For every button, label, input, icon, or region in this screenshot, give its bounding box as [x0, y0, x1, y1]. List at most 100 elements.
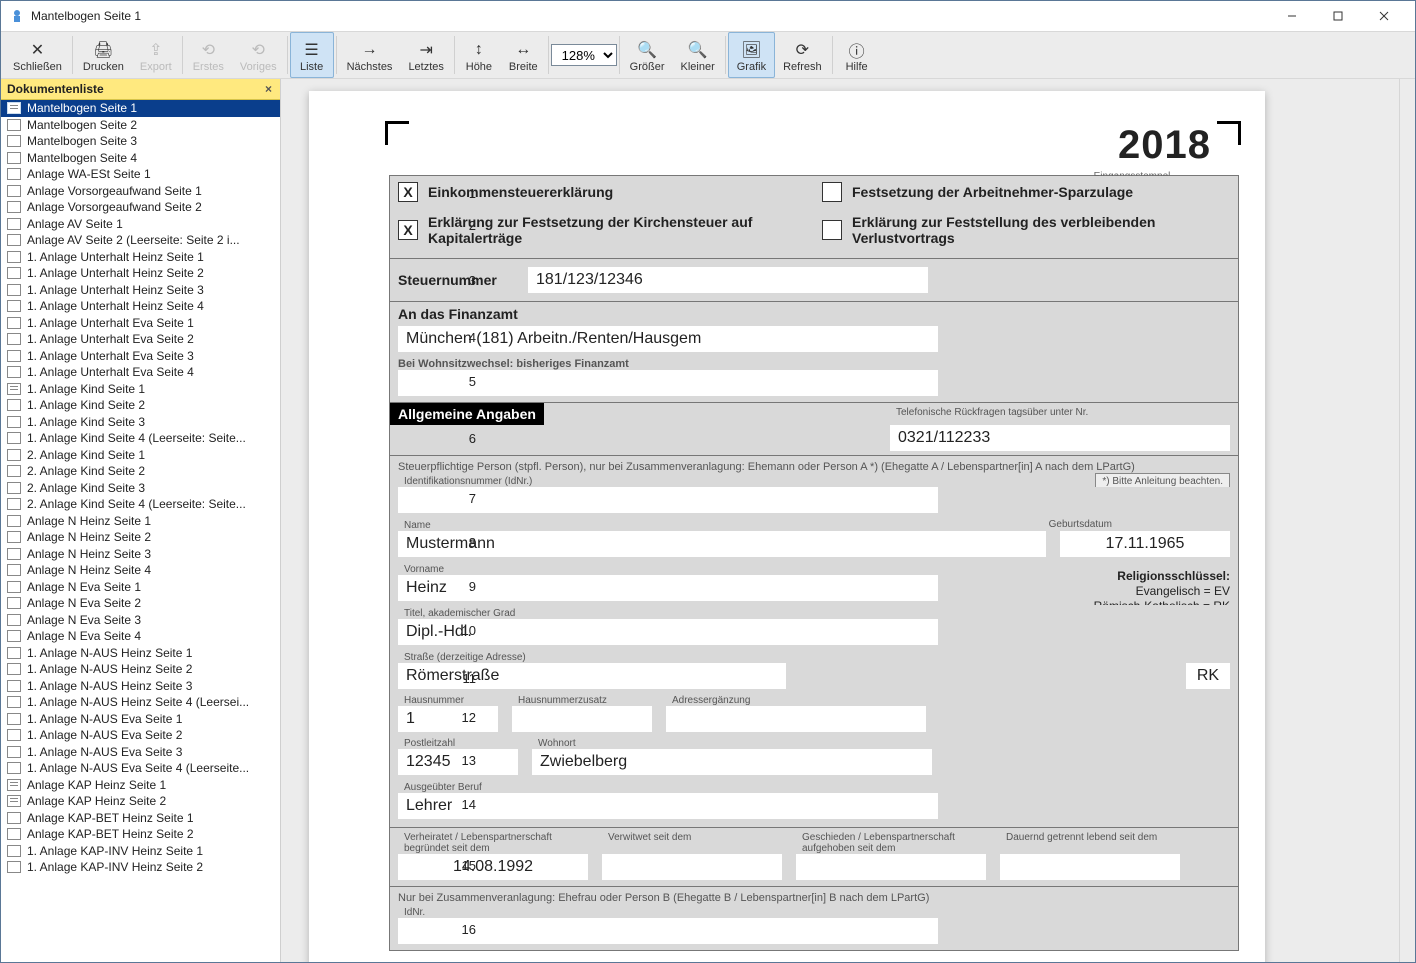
- canvas[interactable]: 2018 Eingangsstempel 1 X Einkommensteuer…: [281, 79, 1399, 962]
- document-list-item[interactable]: Anlage N Eva Seite 4: [1, 628, 280, 645]
- document-list-item[interactable]: 1. Anlage KAP-INV Heinz Seite 1: [1, 843, 280, 860]
- next-button[interactable]: →Nächstes: [339, 32, 401, 78]
- page-icon: [7, 135, 21, 147]
- page-icon: [7, 119, 21, 131]
- document-list-wrap: Mantelbogen Seite 1Mantelbogen Seite 2Ma…: [1, 100, 280, 962]
- zoom-in-button[interactable]: 🔍Größer: [622, 32, 673, 78]
- vertical-scrollbar[interactable]: [1399, 79, 1415, 962]
- help-button[interactable]: ⓘHilfe: [835, 32, 879, 78]
- prev-icon: ⟲: [252, 40, 265, 60]
- close-window-button[interactable]: [1361, 1, 1407, 31]
- document-list-item[interactable]: 1. Anlage Unterhalt Eva Seite 3: [1, 348, 280, 365]
- page-icon: [7, 482, 21, 494]
- document-list-item[interactable]: 1. Anlage N-AUS Eva Seite 1: [1, 711, 280, 728]
- line-num: 15: [452, 858, 476, 873]
- document-list-item[interactable]: 2. Anlage Kind Seite 4 (Leerseite: Seite…: [1, 496, 280, 513]
- document-list-item[interactable]: Mantelbogen Seite 4: [1, 150, 280, 167]
- refresh-button[interactable]: ⟳Refresh: [775, 32, 830, 78]
- document-list-item-label: 1. Anlage N-AUS Heinz Seite 3: [27, 679, 192, 693]
- prev-button[interactable]: ⟲Voriges: [232, 32, 285, 78]
- last-button[interactable]: ⇥Letztes: [400, 32, 451, 78]
- document-list-item-label: Anlage N Heinz Seite 2: [27, 530, 151, 544]
- document-list-item[interactable]: 1. Anlage Kind Seite 2: [1, 397, 280, 414]
- document-list[interactable]: Mantelbogen Seite 1Mantelbogen Seite 2Ma…: [1, 100, 280, 962]
- maximize-button[interactable]: [1315, 1, 1361, 31]
- zoom-select[interactable]: 128%: [551, 44, 617, 66]
- document-list-item-label: Anlage N Heinz Seite 1: [27, 514, 151, 528]
- document-list-item[interactable]: 1. Anlage N-AUS Eva Seite 2: [1, 727, 280, 744]
- page-icon: [7, 218, 21, 230]
- line-num: 10: [452, 623, 476, 638]
- help-icon: ⓘ: [849, 40, 865, 60]
- document-list-item[interactable]: 1. Anlage Unterhalt Heinz Seite 4: [1, 298, 280, 315]
- document-list-item[interactable]: Anlage AV Seite 2 (Leerseite: Seite 2 i.…: [1, 232, 280, 249]
- document-list-item[interactable]: Anlage Vorsorgeaufwand Seite 2: [1, 199, 280, 216]
- document-list-item[interactable]: 1. Anlage Kind Seite 1: [1, 381, 280, 398]
- document-list-item-label: Mantelbogen Seite 4: [27, 151, 137, 165]
- document-list-item[interactable]: 1. Anlage N-AUS Heinz Seite 1: [1, 645, 280, 662]
- list-icon: ☰: [304, 40, 318, 60]
- document-list-item[interactable]: Mantelbogen Seite 1: [1, 100, 280, 117]
- document-list-item[interactable]: 1. Anlage N-AUS Eva Seite 4 (Leerseite..…: [1, 760, 280, 777]
- label-verlustvortrag: Erklärung zur Feststellung des verbleibe…: [852, 214, 1230, 246]
- document-list-item[interactable]: Anlage N Heinz Seite 3: [1, 546, 280, 563]
- graphic-button[interactable]: 🖼Grafik: [728, 32, 775, 78]
- page-icon: [7, 729, 21, 741]
- height-button[interactable]: ↕Höhe: [457, 32, 501, 78]
- page-icon: [7, 861, 21, 873]
- document-list-item-label: 1. Anlage KAP-INV Heinz Seite 1: [27, 844, 203, 858]
- page-icon: [7, 597, 21, 609]
- document-list-item[interactable]: 1. Anlage N-AUS Heinz Seite 4 (Leersei..…: [1, 694, 280, 711]
- hausnummer-label: Hausnummer: [398, 693, 498, 706]
- document-list-item[interactable]: Anlage KAP-BET Heinz Seite 1: [1, 810, 280, 827]
- zoom-select-wrap: 128%: [551, 32, 617, 78]
- document-list-item[interactable]: Anlage AV Seite 1: [1, 216, 280, 233]
- export-button[interactable]: ⇪Export: [132, 32, 180, 78]
- document-list-item[interactable]: Anlage KAP Heinz Seite 2: [1, 793, 280, 810]
- document-list-item[interactable]: 1. Anlage Unterhalt Eva Seite 2: [1, 331, 280, 348]
- document-list-item[interactable]: Anlage N Eva Seite 2: [1, 595, 280, 612]
- document-list-item[interactable]: Anlage N Heinz Seite 1: [1, 513, 280, 530]
- strasse-label: Straße (derzeitige Adresse): [398, 650, 532, 663]
- document-list-item[interactable]: 1. Anlage N-AUS Heinz Seite 3: [1, 678, 280, 695]
- body: Dokumentenliste × Mantelbogen Seite 1Man…: [1, 79, 1415, 962]
- document-list-item[interactable]: Mantelbogen Seite 3: [1, 133, 280, 150]
- document-list-item[interactable]: 1. Anlage Unterhalt Heinz Seite 1: [1, 249, 280, 266]
- document-list-item[interactable]: Anlage Vorsorgeaufwand Seite 1: [1, 183, 280, 200]
- document-list-item[interactable]: Anlage KAP Heinz Seite 1: [1, 777, 280, 794]
- sidebar-close-button[interactable]: ×: [263, 82, 274, 96]
- document-list-item-label: Anlage KAP Heinz Seite 2: [27, 794, 166, 808]
- list-button[interactable]: ☰Liste: [290, 32, 334, 78]
- line-num: 16: [452, 922, 476, 937]
- line-num: 5: [452, 374, 476, 389]
- document-list-item[interactable]: Mantelbogen Seite 2: [1, 117, 280, 134]
- document-list-item[interactable]: Anlage N Heinz Seite 2: [1, 529, 280, 546]
- document-list-item[interactable]: 1. Anlage N-AUS Heinz Seite 2: [1, 661, 280, 678]
- document-list-item[interactable]: 1. Anlage Unterhalt Heinz Seite 2: [1, 265, 280, 282]
- page-icon: [7, 317, 21, 329]
- document-list-item[interactable]: 1. Anlage Kind Seite 3: [1, 414, 280, 431]
- document-list-item[interactable]: 1. Anlage Unterhalt Eva Seite 1: [1, 315, 280, 332]
- document-list-item[interactable]: 2. Anlage Kind Seite 1: [1, 447, 280, 464]
- document-list-item[interactable]: 1. Anlage Unterhalt Eva Seite 4: [1, 364, 280, 381]
- width-button[interactable]: ↔Breite: [501, 32, 546, 78]
- document-list-item[interactable]: Anlage WA-ESt Seite 1: [1, 166, 280, 183]
- document-list-item[interactable]: 1. Anlage KAP-INV Heinz Seite 2: [1, 859, 280, 876]
- document-list-item[interactable]: Anlage KAP-BET Heinz Seite 2: [1, 826, 280, 843]
- minimize-button[interactable]: [1269, 1, 1315, 31]
- document-list-item[interactable]: 2. Anlage Kind Seite 3: [1, 480, 280, 497]
- checkbox-verlustvortrag: [822, 220, 842, 240]
- print-button[interactable]: 🖨Drucken: [75, 32, 132, 78]
- page-icon: [7, 581, 21, 593]
- document-list-item[interactable]: Anlage N Heinz Seite 4: [1, 562, 280, 579]
- document-list-item[interactable]: 1. Anlage Unterhalt Heinz Seite 3: [1, 282, 280, 299]
- first-button[interactable]: ⟲Erstes: [185, 32, 232, 78]
- document-list-item[interactable]: Anlage N Eva Seite 3: [1, 612, 280, 629]
- document-list-item[interactable]: Anlage N Eva Seite 1: [1, 579, 280, 596]
- document-list-item[interactable]: 1. Anlage Kind Seite 4 (Leerseite: Seite…: [1, 430, 280, 447]
- document-list-item[interactable]: 1. Anlage N-AUS Eva Seite 3: [1, 744, 280, 761]
- zoom-out-button[interactable]: 🔍Kleiner: [673, 32, 723, 78]
- document-list-item[interactable]: 2. Anlage Kind Seite 2: [1, 463, 280, 480]
- close-button[interactable]: ✕Schließen: [5, 32, 70, 78]
- beruf-label: Ausgeübter Beruf: [398, 780, 488, 793]
